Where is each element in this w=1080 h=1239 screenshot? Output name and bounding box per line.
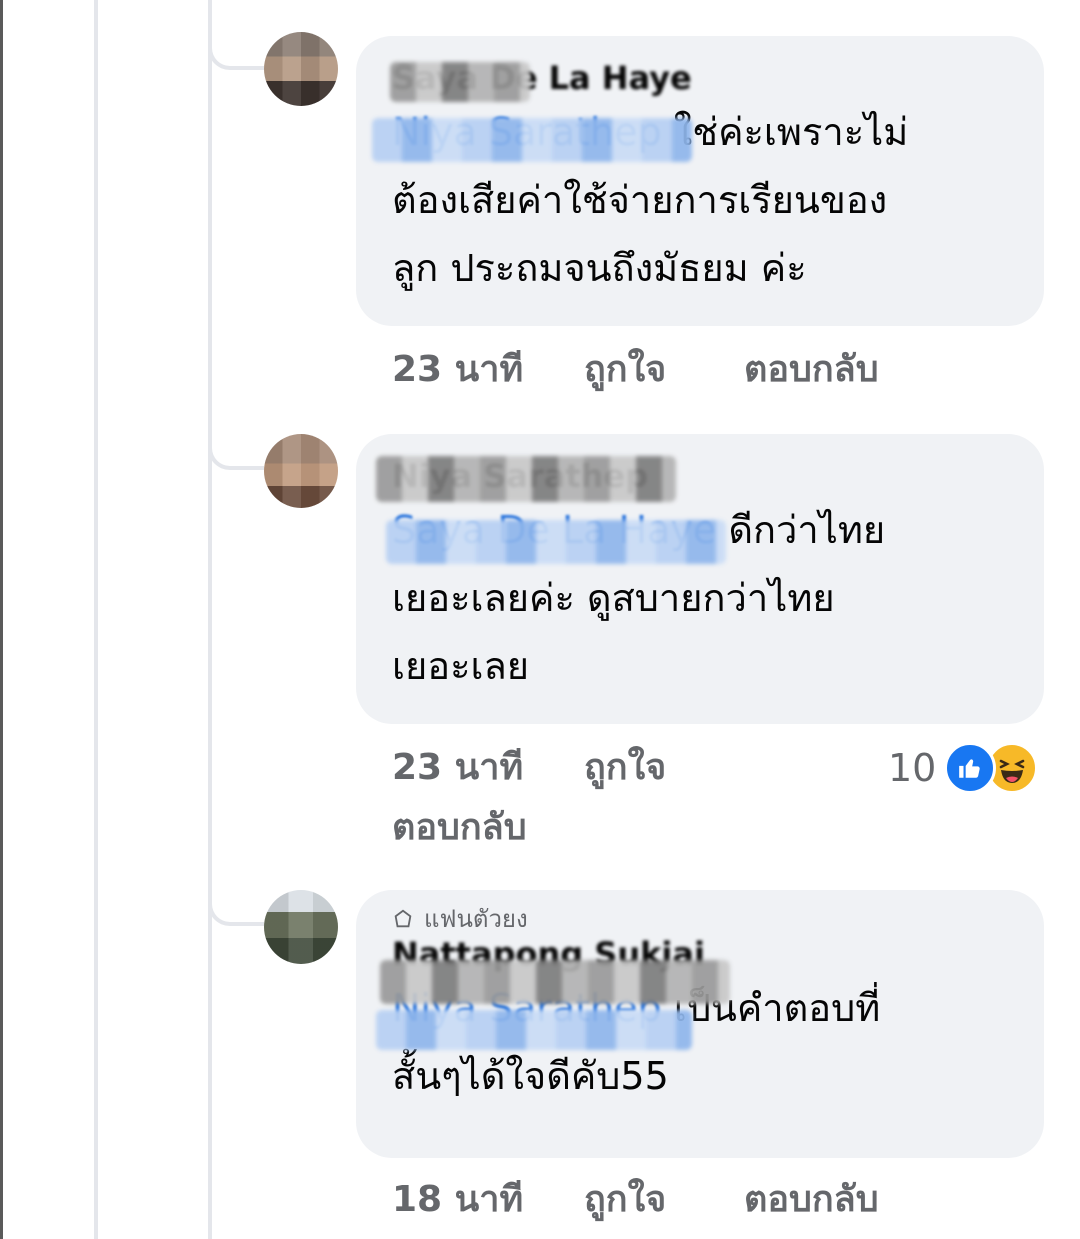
comment-line: เยอะเลยค่ะ ดูสบายกว่าไทย bbox=[392, 576, 835, 620]
reply-connector bbox=[208, 444, 264, 470]
reaction-summary[interactable]: 10 bbox=[888, 742, 1039, 794]
comment-timestamp[interactable]: 23 นาที bbox=[392, 346, 523, 394]
avatar[interactable] bbox=[264, 890, 338, 964]
comment-line: ลูก ประถมจนถึงมัธยม ค่ะ bbox=[392, 246, 807, 290]
like-icon bbox=[944, 742, 997, 794]
reply-button[interactable]: ตอบกลับ bbox=[744, 346, 879, 394]
reply-button[interactable]: ตอบกลับ bbox=[392, 804, 527, 852]
avatar[interactable] bbox=[264, 32, 338, 106]
comment-line: ใช่ค่ะเพราะไม่ bbox=[673, 110, 909, 154]
fan-badge-icon bbox=[394, 909, 412, 928]
comment-line: ดีกว่าไทย bbox=[728, 508, 886, 552]
redaction-blur bbox=[380, 960, 730, 1004]
avatar[interactable] bbox=[264, 434, 338, 508]
redaction-blur bbox=[390, 62, 530, 102]
thread-rail-outer bbox=[94, 0, 98, 1239]
like-button[interactable]: ถูกใจ bbox=[584, 346, 666, 394]
like-button[interactable]: ถูกใจ bbox=[584, 1176, 666, 1224]
like-button[interactable]: ถูกใจ bbox=[584, 744, 666, 792]
redaction-blur bbox=[376, 1010, 692, 1050]
reply-button[interactable]: ตอบกลับ bbox=[744, 1176, 879, 1224]
thread-rail-inner bbox=[208, 0, 212, 1239]
reaction-count: 10 bbox=[888, 746, 937, 790]
comment-line: ต้องเสียค่าใช้จ่ายการเรียนของ bbox=[392, 178, 888, 222]
redaction-blur bbox=[386, 520, 726, 564]
reply-connector bbox=[208, 44, 264, 70]
reply-connector bbox=[208, 900, 264, 926]
fan-badge-label: แฟนตัวยง bbox=[424, 905, 528, 933]
comment-timestamp[interactable]: 18 นาที bbox=[392, 1176, 523, 1224]
comment-timestamp[interactable]: 23 นาที bbox=[392, 744, 523, 792]
redaction-blur bbox=[372, 118, 692, 162]
screen-edge bbox=[0, 0, 3, 1239]
comment-line: สั้นๆได้ใจดีคับ55 bbox=[392, 1054, 669, 1098]
comment-line: เยอะเลย bbox=[392, 644, 530, 688]
redaction-blur bbox=[376, 456, 676, 502]
fan-badge[interactable]: แฟนตัวยง bbox=[392, 904, 1010, 934]
